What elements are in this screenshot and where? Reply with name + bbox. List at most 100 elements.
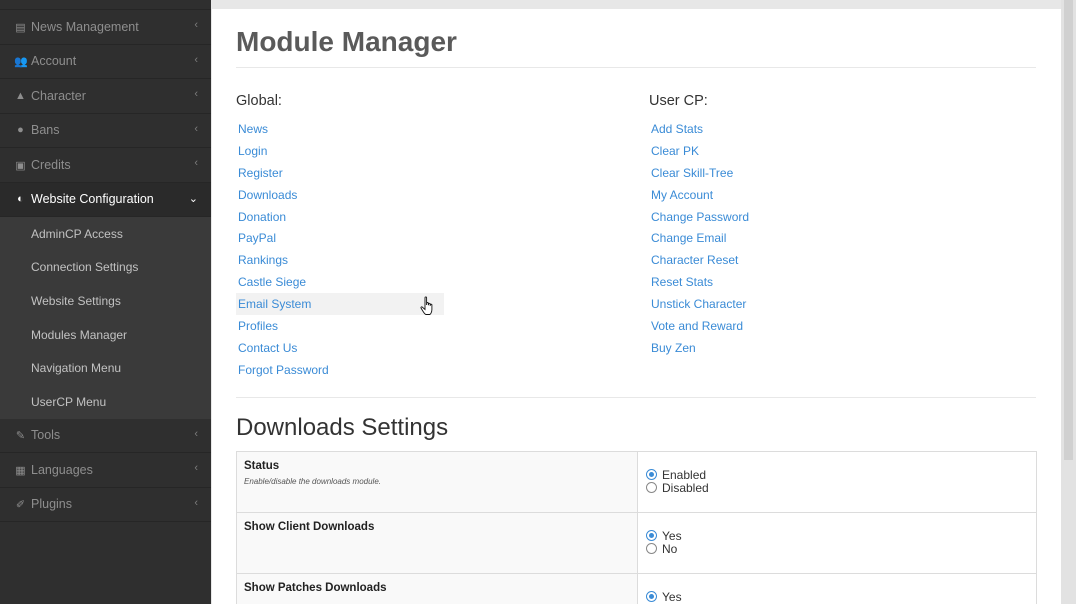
- module-link-paypal[interactable]: PayPal: [236, 227, 444, 249]
- chevron-left-icon: ‹: [194, 462, 198, 475]
- radio-option[interactable]: Yes: [646, 589, 1028, 604]
- chevron-left-icon: ‹: [194, 19, 198, 31]
- module-link-donation[interactable]: Donation: [236, 206, 444, 228]
- sidebar-item-character[interactable]: ▲ Character ‹: [0, 79, 211, 114]
- radio-option[interactable]: Yes: [646, 528, 1028, 543]
- users-icon: 👥: [14, 56, 28, 69]
- radio-option[interactable]: Enabled: [646, 467, 1028, 482]
- radio-button[interactable]: [646, 482, 657, 493]
- module-link-rankings[interactable]: Rankings: [236, 249, 444, 271]
- settings-row: Show Patches Downloads Yes: [236, 573, 1037, 604]
- sidebar-subitem-admincp-access[interactable]: AdminCP Access: [0, 217, 211, 251]
- module-link-vote-and-reward[interactable]: Vote and Reward: [649, 315, 749, 337]
- radio-label: Yes: [662, 528, 682, 543]
- module-link-contact-us[interactable]: Contact Us: [236, 337, 444, 359]
- module-link-change-email[interactable]: Change Email: [649, 227, 749, 249]
- chevron-left-icon: ‹: [194, 157, 198, 169]
- sidebar-item-news-management[interactable]: ▤ News Management ‹: [0, 10, 211, 45]
- money-icon: ▣: [15, 159, 26, 172]
- module-link-news[interactable]: News: [236, 118, 444, 140]
- divider: [236, 397, 1036, 398]
- settings-row: Show Client Downloads Yes No: [236, 512, 1037, 574]
- module-link-change-password[interactable]: Change Password: [649, 206, 749, 228]
- divider: [236, 67, 1036, 68]
- module-link-character-reset[interactable]: Character Reset: [649, 249, 749, 271]
- usercp-module-list: Add Stats Clear PK Clear Skill-Tree My Acco…: [649, 118, 749, 359]
- radio-label: Enabled: [662, 467, 707, 482]
- module-link-profiles[interactable]: Profiles: [236, 315, 444, 337]
- sidebar-item-tools[interactable]: ✎ Tools ‹: [0, 419, 211, 454]
- module-link-my-account[interactable]: My Account: [649, 184, 749, 206]
- sidebar-subitem-navigation-menu[interactable]: Navigation Menu: [0, 351, 211, 385]
- sidebar: ▤ News Management ‹ 👥 Account ‹ ▲ Character ‹ ● Ba…: [0, 0, 211, 604]
- sidebar-item-label: News Management: [31, 19, 139, 34]
- sidebar-subitem-website-settings[interactable]: Website Settings: [0, 284, 211, 318]
- user-icon: ▲: [15, 89, 26, 102]
- radio-button[interactable]: [646, 530, 657, 541]
- sidebar-item-label: Languages: [31, 462, 93, 477]
- chevron-left-icon: ‹: [194, 427, 198, 440]
- module-link-unstick-character[interactable]: Unstick Character: [649, 293, 749, 315]
- sidebar-item-label: Character: [31, 88, 86, 103]
- module-link-downloads[interactable]: Downloads: [236, 184, 444, 206]
- chevron-down-icon: ⌄: [188, 192, 198, 205]
- newspaper-icon: ▤: [15, 21, 26, 34]
- radio-button[interactable]: [646, 469, 657, 480]
- chevron-left-icon: ‹: [194, 122, 198, 135]
- radio-label: Yes: [662, 589, 682, 604]
- scrollbar[interactable]: [1061, 0, 1076, 604]
- setting-name: Show Client Downloads: [244, 521, 375, 533]
- sidebar-top-edge: [0, 0, 211, 10]
- setting-value-cell: Yes No: [637, 512, 1037, 574]
- module-link-clear-pk[interactable]: Clear PK: [649, 140, 749, 162]
- sidebar-item-bans[interactable]: ● Bans ‹: [0, 114, 211, 148]
- setting-value-cell: Yes: [637, 573, 1037, 604]
- radio-option[interactable]: No: [646, 542, 1028, 556]
- setting-name: Status: [244, 460, 280, 472]
- sidebar-item-label: Tools: [31, 428, 61, 443]
- toggle-icon: ◐: [17, 193, 24, 206]
- module-link-login[interactable]: Login: [236, 140, 444, 162]
- radio-button[interactable]: [646, 543, 657, 554]
- wrench-icon: ✎: [15, 430, 26, 443]
- radio-button[interactable]: [646, 591, 657, 602]
- setting-value-cell: Enabled Disabled: [637, 451, 1037, 513]
- module-link-forgot-password[interactable]: Forgot Password: [236, 359, 444, 381]
- radio-label: Disabled: [662, 480, 709, 495]
- module-link-register[interactable]: Register: [236, 162, 444, 184]
- sidebar-item-label: Plugins: [31, 497, 72, 512]
- sidebar-item-label: Credits: [31, 157, 71, 172]
- sidebar-item-website-configuration[interactable]: ◐ Website Configuration ⌄: [0, 182, 211, 217]
- sidebar-subitem-usercp-menu[interactable]: UserCP Menu: [0, 385, 211, 419]
- setting-label-cell: Status Enable/disable the downloads modul…: [236, 451, 638, 513]
- setting-description: Enable/disable the downloads module.: [244, 477, 381, 486]
- usercp-heading: User CP:: [649, 93, 708, 109]
- module-link-clear-skill-tree[interactable]: Clear Skill-Tree: [649, 162, 749, 184]
- setting-name: Show Patches Downloads: [244, 582, 387, 594]
- scrollbar-thumb[interactable]: [1064, 0, 1073, 460]
- settings-row: Status Enable/disable the downloads modul…: [236, 451, 1037, 513]
- chevron-left-icon: ‹: [194, 496, 198, 509]
- sidebar-subitem-connection-settings[interactable]: Connection Settings: [0, 251, 211, 285]
- global-heading: Global:: [236, 93, 282, 109]
- module-link-reset-stats[interactable]: Reset Stats: [649, 271, 749, 293]
- radio-option[interactable]: Disabled: [646, 480, 1028, 495]
- module-link-buy-zen[interactable]: Buy Zen: [649, 337, 749, 359]
- module-link-email-system[interactable]: Email System: [236, 293, 444, 316]
- downloads-settings-table: Status Enable/disable the downloads modul…: [236, 451, 1037, 604]
- sidebar-subitem-modules-manager[interactable]: Modules Manager: [0, 318, 211, 352]
- setting-label-cell: Show Patches Downloads: [236, 573, 638, 604]
- sidebar-item-languages[interactable]: ▦ Languages ‹: [0, 453, 211, 488]
- module-link-castle-siege[interactable]: Castle Siege: [236, 271, 444, 293]
- module-link-add-stats[interactable]: Add Stats: [649, 118, 749, 140]
- exclamation-icon: ●: [17, 124, 24, 137]
- sidebar-submenu: AdminCP Access Connection Settings Website…: [0, 217, 211, 419]
- sidebar-item-credits[interactable]: ▣ Credits ‹: [0, 148, 211, 183]
- sidebar-item-account[interactable]: 👥 Account ‹: [0, 45, 211, 79]
- chevron-left-icon: ‹: [194, 53, 198, 66]
- sidebar-item-label: Account: [31, 54, 77, 69]
- sidebar-item-plugins[interactable]: ✐ Plugins ‹: [0, 488, 211, 523]
- page-title: Module Manager: [236, 26, 457, 57]
- hand-cursor-icon: [420, 296, 433, 315]
- global-module-list: News Login Register Downloads Donation PayPal…: [236, 118, 444, 381]
